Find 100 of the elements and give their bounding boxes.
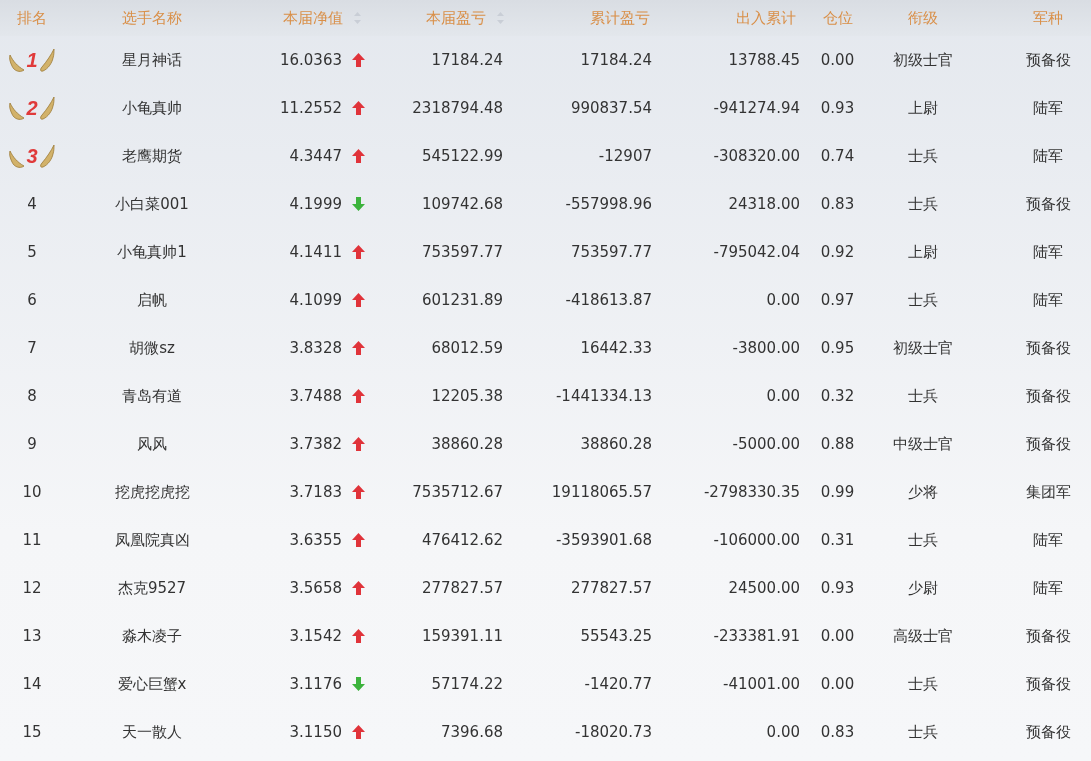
column-header: 出入累计 bbox=[736, 8, 796, 28]
position-ratio: 0.99 bbox=[820, 483, 855, 501]
rank-number: 5 bbox=[27, 243, 37, 261]
rank-number: 8 bbox=[27, 387, 37, 405]
rank-grade: 士兵 bbox=[907, 530, 938, 550]
position-ratio: 0.95 bbox=[820, 339, 855, 357]
cash-flow: -5000.00 bbox=[732, 435, 800, 453]
net-value: 3.5658 bbox=[289, 579, 342, 597]
rank-number: 4 bbox=[27, 195, 37, 213]
cash-flow: 0.00 bbox=[766, 291, 800, 309]
rank-grade: 上尉 bbox=[907, 242, 938, 262]
cash-flow: 0.00 bbox=[766, 387, 800, 405]
total-pnl: 16442.33 bbox=[580, 339, 652, 357]
player-name: 星月神话 bbox=[122, 50, 182, 70]
player-name: 杰克9527 bbox=[117, 578, 187, 598]
cash-flow: -795042.04 bbox=[713, 243, 800, 261]
position-ratio: 0.00 bbox=[820, 675, 855, 693]
net-value: 3.7183 bbox=[289, 483, 342, 501]
cash-flow: 13788.45 bbox=[728, 51, 800, 69]
cash-flow: -308320.00 bbox=[713, 147, 800, 165]
column-header[interactable]: 本届盈亏 bbox=[426, 8, 505, 28]
player-name: 挖虎挖虎挖 bbox=[114, 482, 190, 502]
rank-grade: 士兵 bbox=[907, 386, 938, 406]
net-value: 3.1176 bbox=[289, 675, 342, 693]
total-pnl: -418613.87 bbox=[565, 291, 652, 309]
column-header: 累计盈亏 bbox=[590, 8, 650, 28]
player-name: 启帆 bbox=[137, 290, 167, 310]
rank-grade: 士兵 bbox=[907, 674, 938, 694]
total-pnl: -18020.73 bbox=[575, 723, 652, 741]
army-branch: 集团军 bbox=[1025, 482, 1071, 502]
rank-number: 15 bbox=[22, 723, 42, 741]
period-pnl: 601231.89 bbox=[421, 291, 503, 309]
net-value: 3.7382 bbox=[289, 435, 342, 453]
army-branch: 陆军 bbox=[1033, 98, 1063, 118]
period-pnl: 2318794.48 bbox=[412, 99, 503, 117]
army-branch: 预备役 bbox=[1025, 386, 1071, 406]
cash-flow: 24500.00 bbox=[728, 579, 800, 597]
net-value: 4.3447 bbox=[289, 147, 342, 165]
rank-grade: 士兵 bbox=[907, 290, 938, 310]
laurel-rank-badge: 1 bbox=[9, 47, 55, 73]
net-value: 4.1099 bbox=[289, 291, 342, 309]
cash-flow: -41001.00 bbox=[723, 675, 800, 693]
net-value: 11.2552 bbox=[279, 99, 342, 117]
rank-number: 12 bbox=[22, 579, 42, 597]
position-ratio: 0.97 bbox=[820, 291, 855, 309]
net-value: 4.1999 bbox=[289, 195, 342, 213]
army-branch: 陆军 bbox=[1033, 146, 1063, 166]
rank-number: 7 bbox=[27, 339, 37, 357]
net-value: 3.8328 bbox=[289, 339, 342, 357]
cash-flow: 24318.00 bbox=[728, 195, 800, 213]
player-name: 凤凰院真凶 bbox=[114, 530, 190, 550]
player-name: 老鹰期货 bbox=[122, 146, 182, 166]
position-ratio: 0.88 bbox=[820, 435, 855, 453]
rank-number: 11 bbox=[22, 531, 42, 549]
column-header[interactable]: 本届净值 bbox=[283, 8, 362, 28]
army-branch: 陆军 bbox=[1033, 578, 1063, 598]
sort-icon[interactable] bbox=[496, 11, 505, 25]
position-ratio: 0.00 bbox=[820, 51, 855, 69]
total-pnl: -12907 bbox=[598, 147, 652, 165]
total-pnl: 55543.25 bbox=[580, 627, 652, 645]
player-name: 小龟真帅 bbox=[122, 98, 182, 118]
rank-number: 9 bbox=[27, 435, 37, 453]
total-pnl: -1441334.13 bbox=[555, 387, 652, 405]
sort-icon[interactable] bbox=[353, 11, 362, 25]
rank-grade: 少尉 bbox=[907, 578, 938, 598]
position-ratio: 0.31 bbox=[820, 531, 855, 549]
position-ratio: 0.93 bbox=[820, 579, 855, 597]
total-pnl: 17184.24 bbox=[580, 51, 652, 69]
cash-flow: -941274.94 bbox=[713, 99, 800, 117]
total-pnl: 19118065.57 bbox=[551, 483, 652, 501]
rank-grade: 上尉 bbox=[907, 98, 938, 118]
army-branch: 预备役 bbox=[1025, 194, 1071, 214]
position-ratio: 0.92 bbox=[820, 243, 855, 261]
rank-grade: 士兵 bbox=[907, 194, 938, 214]
rank-grade: 初级士官 bbox=[892, 50, 953, 70]
rank-number: 13 bbox=[22, 627, 42, 645]
army-branch: 预备役 bbox=[1025, 338, 1071, 358]
position-ratio: 0.83 bbox=[820, 723, 855, 741]
cash-flow: -3800.00 bbox=[732, 339, 800, 357]
rank-number: 6 bbox=[27, 291, 37, 309]
player-name: 天一散人 bbox=[122, 722, 182, 742]
player-name: 小龟真帅1 bbox=[117, 242, 187, 262]
laurel-rank-badge: 3 bbox=[9, 143, 55, 169]
position-ratio: 0.93 bbox=[820, 99, 855, 117]
army-branch: 预备役 bbox=[1025, 674, 1071, 694]
total-pnl: -557998.96 bbox=[565, 195, 652, 213]
column-header: 排名 bbox=[17, 8, 47, 28]
period-pnl: 38860.28 bbox=[431, 435, 503, 453]
period-pnl: 12205.38 bbox=[431, 387, 503, 405]
net-value: 3.1542 bbox=[289, 627, 342, 645]
period-pnl: 476412.62 bbox=[421, 531, 503, 549]
army-branch: 预备役 bbox=[1025, 722, 1071, 742]
period-pnl: 159391.11 bbox=[421, 627, 503, 645]
rank-grade: 少将 bbox=[907, 482, 938, 502]
army-branch: 预备役 bbox=[1025, 434, 1071, 454]
total-pnl: 277827.57 bbox=[570, 579, 652, 597]
total-pnl: 990837.54 bbox=[570, 99, 652, 117]
rank-grade: 高级士官 bbox=[892, 626, 953, 646]
army-branch: 陆军 bbox=[1033, 290, 1063, 310]
column-header: 军种 bbox=[1033, 8, 1063, 28]
